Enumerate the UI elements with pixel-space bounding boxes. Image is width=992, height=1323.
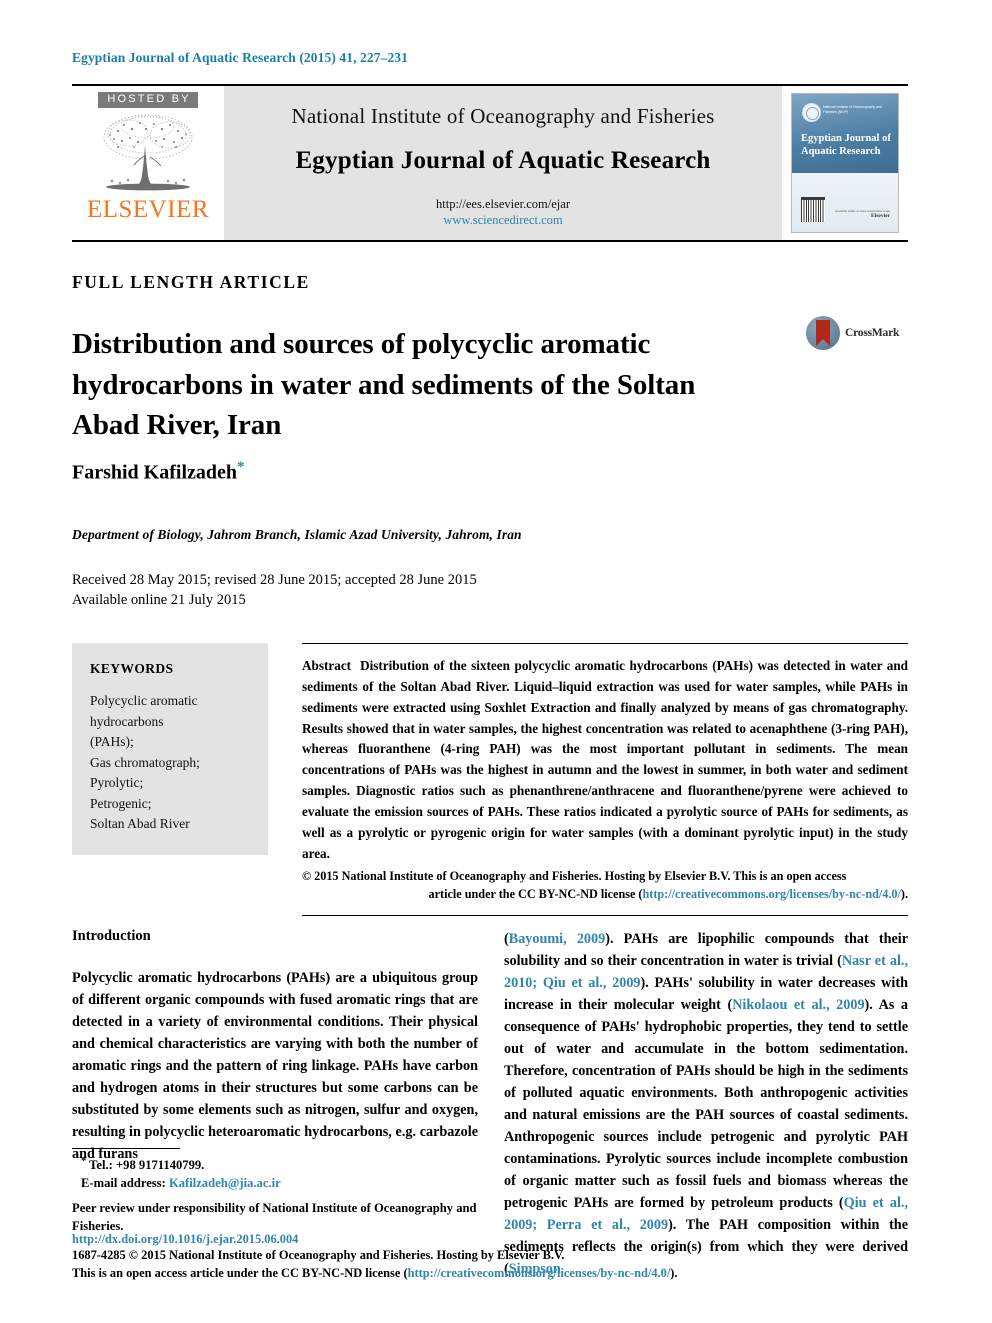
introduction-left-column: Introduction Polycyclic aromatic hydroca… [72, 928, 478, 1165]
keywords-box: KEYWORDS Polycyclic aromatic hydrocarbon… [72, 643, 268, 855]
introduction-paragraph-left: Polycyclic aromatic hydrocarbons (PAHs) … [72, 970, 478, 1162]
corresponding-author-marker: * [237, 459, 245, 475]
author-name: Farshid Kafilzadeh* [72, 459, 245, 485]
running-head: Egyptian Journal of Aquatic Research (20… [72, 50, 409, 65]
abstract-text: Distribution of the sixteen polycyclic a… [302, 658, 908, 861]
introduction-paragraph-right: (Bayoumi, 2009). PAHs are lipophilic com… [504, 928, 908, 1280]
introduction-right-column: (Bayoumi, 2009). PAHs are lipophilic com… [504, 928, 908, 1280]
barcode-icon [801, 197, 825, 222]
abstract-body: Abstract Distribution of the sixteen poly… [302, 656, 908, 865]
journal-title-block: National Institute of Oceanography and F… [224, 86, 782, 240]
history-online: Available online 21 July 2015 [72, 592, 246, 608]
cover-organization: National Institute of Oceanography and F… [823, 105, 882, 114]
license-link[interactable]: http://creativecommons.org/licenses/by-n… [642, 887, 900, 901]
citation-link[interactable]: Nikolaou et al., 2009 [732, 997, 864, 1013]
keyword-item: Soltan Abad River [90, 816, 190, 832]
copyright-line-1: © 2015 National Institute of Oceanograph… [302, 868, 847, 883]
footer-license-line: This is an open access article under the… [72, 1265, 678, 1280]
abstract-copyright: © 2015 National Institute of Oceanograph… [302, 867, 908, 904]
footnote-rule [72, 1148, 180, 1149]
sciencedirect-url[interactable]: www.sciencedirect.com [443, 213, 562, 228]
crossmark-badge[interactable]: CrossMark [806, 315, 906, 351]
page-title: Distribution and sources of polycyclic a… [72, 328, 696, 442]
author-text: Farshid Kafilzadeh [72, 461, 238, 484]
journal-cover-thumbnail: National Institute of Oceanography and F… [791, 93, 899, 233]
abstract-label: Abstract [302, 658, 352, 673]
keyword-item: Pyrolytic; [90, 775, 144, 791]
footnote-peer-review: Peer review under responsibility of Nati… [72, 1200, 477, 1233]
history-received: Received 28 May 2015; revised 28 June 20… [72, 572, 477, 588]
section-heading-introduction: Introduction [72, 928, 151, 944]
journal-name: Egyptian Journal of Aquatic Research [295, 147, 711, 174]
page-footer: http://dx.doi.org/10.1016/j.ejar.2015.06… [72, 1232, 932, 1282]
footnote-block: * Tel.: +98 9171140799. E-mail address: … [72, 1148, 482, 1235]
citation-link[interactable]: Bayoumi, 2009 [509, 931, 605, 947]
email-link[interactable]: Kafilzadeh@jia.ac.ir [169, 1176, 281, 1190]
article-history: Received 28 May 2015; revised 28 June 20… [72, 570, 477, 610]
keyword-item: (PAHs); [90, 734, 134, 750]
keyword-item: Petrogenic; [90, 795, 152, 811]
license-line: article under the CC BY-NC-ND license (h… [428, 886, 908, 901]
article-type-label: FULL LENGTH ARTICLE [72, 272, 310, 292]
article-page: Egyptian Journal of Aquatic Research (20… [0, 0, 992, 1323]
abstract-box: Abstract Distribution of the sixteen poly… [302, 643, 908, 917]
footer-license-link[interactable]: http://creativecommons.org/licenses/by-n… [408, 1266, 671, 1280]
footnote-tel: * Tel.: +98 9171140799. [81, 1156, 205, 1173]
cover-title: Egyptian Journal of Aquatic Research [801, 133, 891, 158]
keywords-list: Polycyclic aromatic hydrocarbons (PAHs);… [90, 691, 252, 835]
keyword-item: Polycyclic aromatic [90, 693, 198, 708]
niof-seal-icon [802, 103, 821, 122]
cover-publisher: Available online at www.sciencedirect.co… [834, 208, 890, 219]
issn-copyright-line: 1687-4285 © 2015 National Institute of O… [72, 1248, 565, 1262]
editorial-url[interactable]: http://ees.elsevier.com/ejar [436, 197, 570, 212]
publisher-block: HOSTED BY ELSEVIER [72, 86, 224, 240]
doi-link[interactable]: http://dx.doi.org/10.1016/j.ejar.2015.06… [72, 1232, 932, 1247]
elsevier-tree-icon [88, 111, 208, 199]
keywords-heading: KEYWORDS [90, 661, 174, 676]
hosted-by-badge: HOSTED BY [98, 92, 198, 108]
footnote-marker: * [81, 1156, 87, 1167]
journal-masthead: HOSTED BY ELSEVIER National Institute of… [72, 84, 908, 242]
keyword-item: Gas chromatograph; [90, 754, 200, 770]
crossmark-icon [806, 316, 840, 350]
journal-cover-block: National Institute of Oceanography and F… [782, 86, 908, 240]
keyword-item: hydrocarbons [90, 713, 164, 729]
crossmark-label: CrossMark [845, 327, 900, 339]
body-text: ). As a consequence of PAHs' hydrophobic… [504, 997, 908, 1211]
affiliation: Department of Biology, Jahrom Branch, Is… [72, 527, 522, 542]
footnote-email: E-mail address: Kafilzadeh@jia.ac.ir [81, 1176, 281, 1191]
elsevier-wordmark: ELSEVIER [86, 196, 210, 223]
institute-name: National Institute of Oceanography and F… [291, 104, 715, 128]
